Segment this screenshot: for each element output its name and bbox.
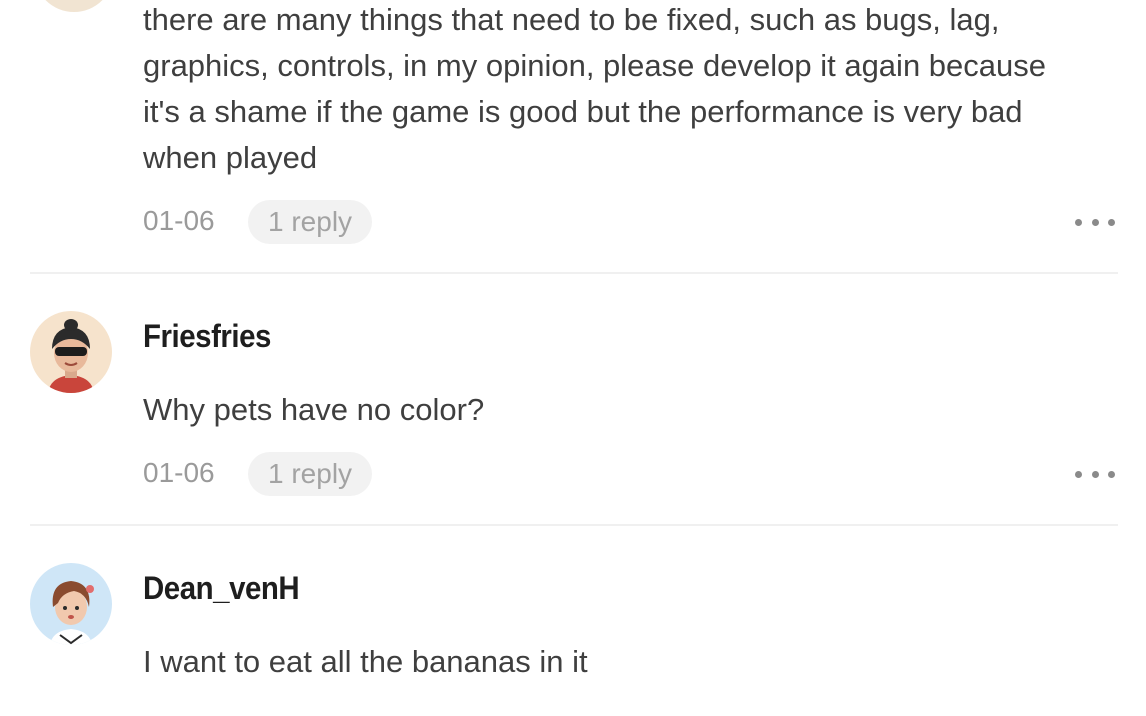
comment-text: Why pets have no color? <box>143 392 485 427</box>
divider <box>30 524 1118 526</box>
reply-count-button[interactable]: 1 reply <box>248 200 373 244</box>
comment-author[interactable]: Dean_venH <box>143 570 300 607</box>
avatar[interactable] <box>30 563 112 645</box>
reply-count-button[interactable]: 1 reply <box>248 452 373 496</box>
avatar[interactable] <box>34 0 114 12</box>
more-horizontal-icon[interactable] <box>1075 467 1115 481</box>
comment-date: 01-06 <box>143 457 215 488</box>
divider <box>30 272 1118 274</box>
comment-text: I want to eat all the bananas in it <box>143 644 588 679</box>
more-horizontal-icon[interactable] <box>1075 215 1115 229</box>
comment-text: there are many things that need to be fi… <box>143 2 1046 175</box>
comment-author[interactable]: Friesfries <box>143 318 271 355</box>
comment-date: 01-06 <box>143 205 215 236</box>
avatar[interactable] <box>30 311 112 393</box>
